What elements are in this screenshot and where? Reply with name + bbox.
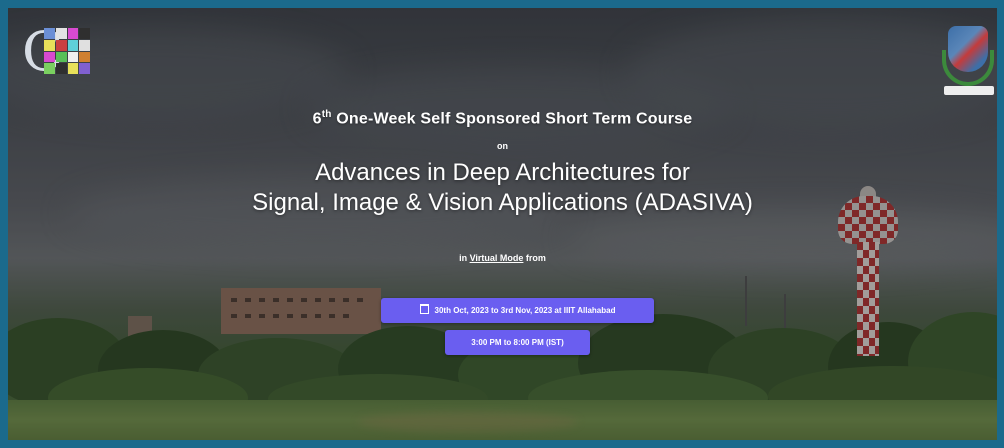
hero-banner: C 6th One-Week Self Sponsored Short Term…	[8, 8, 997, 440]
date-venue-label: 30th Oct, 2023 to 3rd Nov, 2023 at IIIT …	[434, 306, 616, 315]
cvbl-logo-icon: C	[22, 22, 92, 80]
course-title-line-1: Advances in Deep Architectures for	[315, 159, 690, 187]
time-label: 3:00 PM to 8:00 PM (IST)	[471, 338, 564, 347]
time-button[interactable]: 3:00 PM to 8:00 PM (IST)	[445, 330, 590, 355]
course-type: One-Week Self Sponsored Short Term Cours…	[331, 110, 693, 128]
date-venue-button[interactable]: 30th Oct, 2023 to 3rd Nov, 2023 at IIIT …	[381, 298, 654, 323]
mode-line: in Virtual Mode from	[8, 252, 997, 264]
mode-suffix: from	[523, 253, 546, 264]
mode-prefix: in	[459, 253, 470, 264]
connector-word: on	[497, 141, 508, 152]
institute-emblem-icon	[942, 24, 996, 100]
course-header: 6th One-Week Self Sponsored Short Term C…	[8, 104, 997, 264]
edition-number: 6	[312, 110, 322, 128]
edition-suffix: th	[321, 109, 332, 120]
calendar-icon	[419, 304, 429, 314]
course-title-line-2: Signal, Image & Vision Applications (ADA…	[252, 189, 753, 217]
virtual-mode-link[interactable]: Virtual Mode	[470, 253, 524, 263]
page-frame: C 6th One-Week Self Sponsored Short Term…	[0, 0, 1004, 448]
course-name: 6th One-Week Self Sponsored Short Term C…	[8, 104, 997, 130]
